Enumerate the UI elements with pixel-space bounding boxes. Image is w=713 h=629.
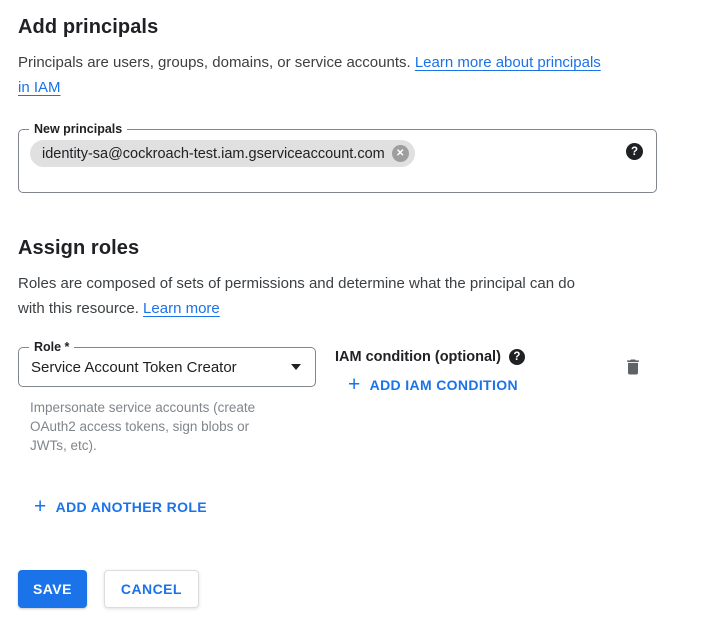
roles-description-line1: Roles are composed of sets of permission… [18,275,575,292]
add-iam-condition-label: ADD IAM CONDITION [370,377,518,393]
trash-icon [623,357,643,377]
chevron-down-icon [291,364,301,370]
roles-description-line2: with this resource. [18,300,143,317]
iam-condition-label-row: IAM condition (optional) ? [335,349,525,365]
learn-more-principals-link-line2: in IAM [18,79,61,96]
principals-help-icon[interactable]: ? [626,143,643,160]
role-column: Role * Service Account Token Creator Imp… [18,347,316,455]
save-button[interactable]: SAVE [18,570,87,608]
iam-condition-section: IAM condition (optional) ? + ADD IAM CON… [335,347,525,396]
role-selected-value: Service Account Token Creator [31,359,237,376]
help-glyph: ? [513,351,520,363]
delete-role-button[interactable] [623,357,643,377]
role-label: Role * [29,340,74,355]
action-buttons: SAVE CANCEL [18,570,713,608]
add-principals-panel: Add principals Principals are users, gro… [0,0,713,629]
assign-roles-title: Assign roles [18,235,713,261]
add-another-role-label: ADD ANOTHER ROLE [56,499,207,515]
learn-more-link[interactable]: Learn more [143,300,220,317]
add-iam-condition-button[interactable]: + ADD IAM CONDITION [348,377,518,393]
intro-text: Principals are users, groups, domains, o… [18,54,415,71]
plus-icon: + [34,499,47,515]
chip-remove-button[interactable]: ✕ [392,145,409,162]
role-helper-text: Impersonate service accounts (create OAu… [18,398,280,455]
intro-paragraph: Principals are users, groups, domains, o… [18,50,713,100]
add-another-role-button[interactable]: + ADD ANOTHER ROLE [34,499,207,515]
principal-chip: identity-sa@cockroach-test.iam.gservicea… [30,140,415,167]
iam-condition-label: IAM condition (optional) [335,349,501,365]
help-glyph: ? [631,146,638,158]
learn-more-principals-link-line1: Learn more about principals [415,54,601,71]
cancel-button[interactable]: CANCEL [104,570,199,608]
plus-icon: + [348,377,361,393]
new-principals-label: New principals [29,122,127,137]
role-select[interactable]: Role * Service Account Token Creator [18,347,316,387]
iam-condition-help-icon[interactable]: ? [509,349,525,365]
roles-description: Roles are composed of sets of permission… [18,271,713,321]
page-title: Add principals [18,14,713,40]
new-principals-field[interactable]: New principals identity-sa@cockroach-tes… [18,129,657,193]
role-row: Role * Service Account Token Creator Imp… [18,347,713,455]
close-icon: ✕ [396,149,404,159]
principal-chip-value: identity-sa@cockroach-test.iam.gservicea… [42,146,385,162]
